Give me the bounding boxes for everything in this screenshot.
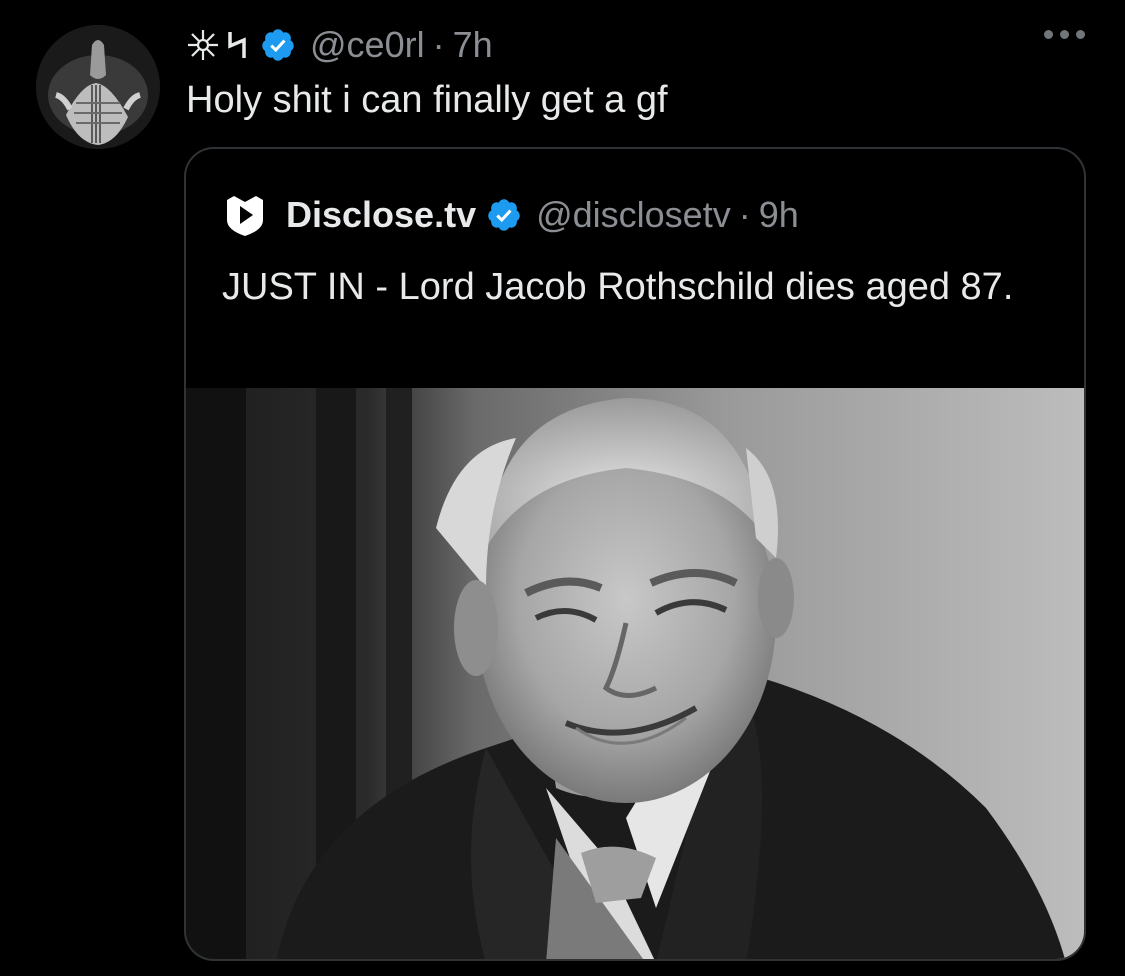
more-options-icon — [1044, 30, 1053, 39]
verified-badge-icon — [262, 29, 294, 61]
black-and-white-portrait-photo — [186, 388, 1084, 959]
tweet-header: @ce0rl · 7h — [186, 22, 493, 68]
quoted-author-handle[interactable]: @disclosetv — [536, 194, 731, 236]
disclose-tv-logo-icon[interactable] — [222, 192, 268, 238]
header-separator: · — [432, 24, 445, 65]
quoted-tweet-image[interactable] — [186, 388, 1084, 959]
quoted-timestamp: 9h — [758, 194, 799, 235]
tweet[interactable]: @ce0rl · 7h Holy shit i can finally get … — [0, 0, 1125, 976]
tweet-text: Holy shit i can finally get a gf — [186, 79, 668, 121]
display-name[interactable] — [186, 28, 252, 62]
author-handle[interactable]: @ce0rl — [310, 24, 425, 66]
quoted-author-name[interactable]: Disclose.tv — [286, 194, 476, 236]
profile-avatar-icon — [36, 25, 160, 149]
more-options-button[interactable] — [1044, 30, 1085, 39]
sparkle-icon — [188, 30, 218, 60]
lightning-icon — [228, 32, 246, 58]
quoted-tweet-text: JUST IN - Lord Jacob Rothschild dies age… — [222, 266, 1014, 308]
quoted-header-separator: · — [738, 194, 751, 235]
quoted-tweet-header: Disclose.tv @disclosetv · 9h — [222, 193, 799, 237]
quoted-tweet[interactable]: Disclose.tv @disclosetv · 9h JUST IN - L… — [184, 147, 1086, 961]
tweet-timestamp[interactable]: 7h — [453, 24, 493, 66]
avatar[interactable] — [36, 25, 160, 149]
verified-badge-icon — [488, 199, 520, 231]
